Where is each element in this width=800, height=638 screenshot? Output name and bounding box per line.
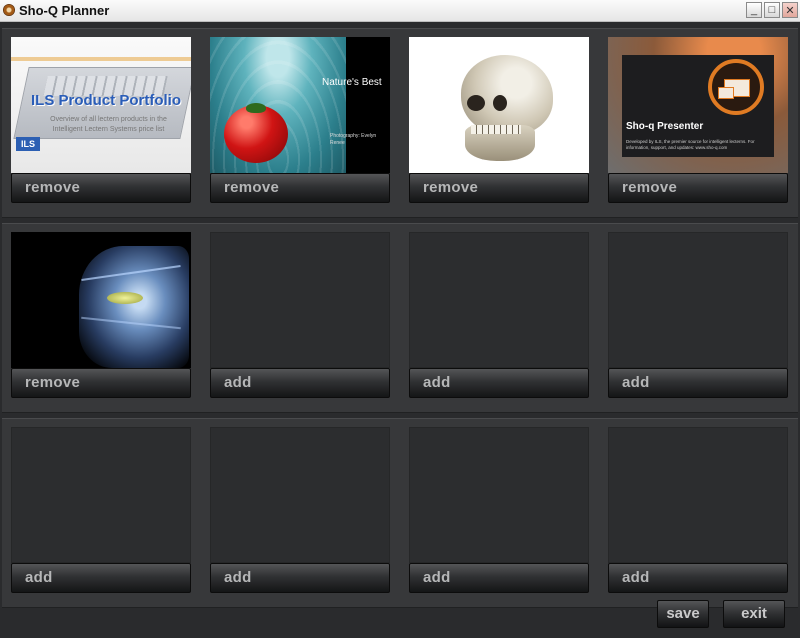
- slot-row: ILS Product Portfolio Overview of all le…: [0, 28, 800, 223]
- remove-button[interactable]: remove: [11, 368, 191, 398]
- thumb-title: Nature's Best: [322, 77, 382, 88]
- slot-9: add: [2, 418, 201, 608]
- add-button[interactable]: add: [210, 563, 390, 593]
- empty-slot: [409, 232, 589, 368]
- add-button[interactable]: add: [210, 368, 390, 398]
- slot-8: add: [599, 223, 798, 413]
- slot-grid: ILS Product Portfolio Overview of all le…: [0, 28, 800, 613]
- empty-slot: [409, 427, 589, 563]
- close-button[interactable]: ✕: [782, 2, 798, 18]
- add-button[interactable]: add: [409, 563, 589, 593]
- empty-slot: [608, 232, 788, 368]
- skull-eye-socket: [467, 95, 485, 111]
- slot-row: remove add add add: [0, 223, 800, 418]
- thumb-title: ILS Product Portfolio: [31, 92, 181, 109]
- thumb-body: Developed by ILS, the premier source for…: [626, 139, 755, 150]
- decor-stripe: [11, 57, 191, 61]
- slot-6: add: [201, 223, 400, 413]
- tomato-image: [224, 105, 288, 163]
- xray-head-image: [79, 246, 189, 368]
- exit-button[interactable]: exit: [723, 600, 785, 628]
- add-button[interactable]: add: [11, 563, 191, 593]
- remove-button[interactable]: remove: [11, 173, 191, 203]
- empty-slot: [210, 232, 390, 368]
- slot-2: Nature's Best Photography: Evelyn Renee …: [201, 28, 400, 218]
- add-button[interactable]: add: [608, 563, 788, 593]
- slide-thumbnail-natures-best[interactable]: Nature's Best Photography: Evelyn Renee: [210, 37, 390, 173]
- title-bar: Sho-Q Planner _ □ ✕: [0, 0, 800, 22]
- tomato-stem: [246, 103, 266, 113]
- slot-7: add: [400, 223, 599, 413]
- remove-button[interactable]: remove: [210, 173, 390, 203]
- minimize-button[interactable]: _: [746, 2, 762, 18]
- thumb-subtitle: Overview of all lectern products in the …: [50, 116, 167, 133]
- slide-thumbnail-xray-head[interactable]: [11, 232, 191, 368]
- remove-button[interactable]: remove: [608, 173, 788, 203]
- thumb-title: Sho-q Presenter: [626, 121, 704, 132]
- slot-5: remove: [2, 223, 201, 413]
- app-icon: [3, 4, 15, 16]
- slot-10: add: [201, 418, 400, 608]
- slot-row: add add add add: [0, 418, 800, 613]
- empty-slot: [608, 427, 788, 563]
- thumb-credit: Photography: Evelyn Renee: [330, 133, 377, 146]
- planner-main: ILS Product Portfolio Overview of all le…: [0, 22, 800, 638]
- empty-slot: [11, 427, 191, 563]
- skull-teeth: [471, 125, 521, 134]
- slot-4: Sho-q Presenter Developed by ILS, the pr…: [599, 28, 798, 218]
- empty-slot: [210, 427, 390, 563]
- slide-thumbnail-skull[interactable]: [409, 37, 589, 173]
- slot-12: add: [599, 418, 798, 608]
- slide-thumbnail-ils-portfolio[interactable]: ILS Product Portfolio Overview of all le…: [11, 37, 191, 173]
- slot-3: remove: [400, 28, 599, 218]
- slide-thumbnail-sho-q-presenter[interactable]: Sho-q Presenter Developed by ILS, the pr…: [608, 37, 788, 173]
- add-button[interactable]: add: [409, 368, 589, 398]
- maximize-button[interactable]: □: [764, 2, 780, 18]
- add-button[interactable]: add: [608, 368, 788, 398]
- skull-eye-socket: [493, 95, 507, 111]
- ils-logo: ILS: [16, 137, 40, 151]
- save-button[interactable]: save: [657, 600, 709, 628]
- implant-image: [107, 292, 143, 304]
- remove-button[interactable]: remove: [409, 173, 589, 203]
- slot-1: ILS Product Portfolio Overview of all le…: [2, 28, 201, 218]
- slot-11: add: [400, 418, 599, 608]
- screen-icon: [718, 87, 734, 99]
- window-title: Sho-Q Planner: [19, 3, 110, 18]
